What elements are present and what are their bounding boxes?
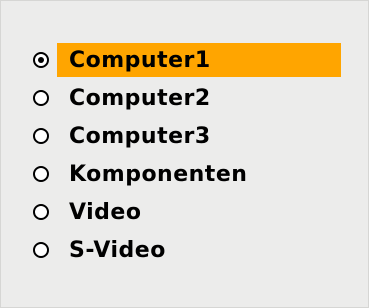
input-source-panel: Computer1 Computer2 Computer3 Komponente… bbox=[0, 0, 369, 308]
option-label: S-Video bbox=[69, 237, 166, 263]
option-komponenten[interactable]: Komponenten bbox=[29, 155, 341, 193]
option-label: Computer1 bbox=[69, 47, 211, 73]
radio-button-icon[interactable] bbox=[33, 242, 49, 258]
radio-dot-icon bbox=[38, 57, 44, 63]
radio-button-icon[interactable] bbox=[33, 128, 49, 144]
option-computer3[interactable]: Computer3 bbox=[29, 117, 341, 155]
radio-button-icon[interactable] bbox=[33, 204, 49, 220]
input-source-list: Computer1 Computer2 Computer3 Komponente… bbox=[29, 41, 341, 269]
radio-button-icon[interactable] bbox=[33, 166, 49, 182]
option-s-video[interactable]: S-Video bbox=[29, 231, 341, 269]
radio-button-selected-icon[interactable] bbox=[33, 52, 49, 68]
option-label: Komponenten bbox=[69, 161, 248, 187]
option-computer2[interactable]: Computer2 bbox=[29, 79, 341, 117]
selection-highlight: Computer1 bbox=[57, 43, 341, 77]
radio-button-icon[interactable] bbox=[33, 90, 49, 106]
option-video[interactable]: Video bbox=[29, 193, 341, 231]
option-label: Computer2 bbox=[69, 85, 211, 111]
option-computer1[interactable]: Computer1 bbox=[29, 41, 341, 79]
option-label: Computer3 bbox=[69, 123, 211, 149]
option-label: Video bbox=[69, 199, 142, 225]
